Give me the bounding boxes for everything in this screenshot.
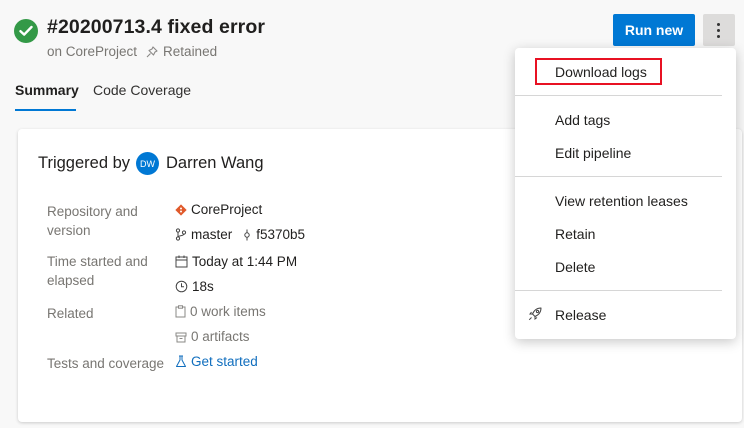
retained-label: Retained [163,44,218,59]
clipboard-icon [175,305,186,318]
run-subtitle: on CoreProject Retained [47,44,217,59]
run-title: #20200713.4 fixed error [47,16,266,38]
work-items[interactable]: 0 work items [190,304,266,319]
more-dots-icon [717,23,720,26]
menu-divider [515,290,722,291]
time-label: Time started and elapsed [47,254,148,288]
start-time: Today at 1:44 PM [192,254,298,269]
menu-item-edit-pipeline[interactable]: Edit pipeline [555,145,631,161]
menu-item-download-logs[interactable]: Download logs [555,64,647,80]
calendar-icon [175,255,188,268]
related-label: Related [47,306,94,321]
success-check-icon [14,19,38,43]
menu-divider [515,95,722,96]
menu-item-view-retention-leases[interactable]: View retention leases [555,193,688,209]
elapsed-value: 18s [175,279,214,294]
work-items-value: 0 work items [175,304,266,319]
branch-name[interactable]: master [191,227,232,242]
flask-icon [175,355,187,368]
artifacts[interactable]: 0 artifacts [191,329,250,344]
active-tab-indicator [15,109,76,111]
menu-item-release[interactable]: Release [555,307,606,323]
rocket-icon [528,307,542,326]
run-new-button[interactable]: Run new [613,14,695,46]
tests-label: Tests and coverage [47,356,165,371]
project-name[interactable]: on CoreProject [47,44,137,59]
repository-value: CoreProject [175,202,262,217]
branch-commit: master f5370b5 [175,227,305,242]
tab-summary[interactable]: Summary [15,82,79,98]
user-name[interactable]: Darren Wang [166,154,264,173]
menu-item-add-tags[interactable]: Add tags [555,112,610,128]
commit-id[interactable]: f5370b5 [256,227,305,242]
menu-item-delete[interactable]: Delete [555,259,595,275]
avatar: DW [136,152,160,175]
more-actions-button[interactable] [703,14,735,46]
menu-item-retain[interactable]: Retain [555,226,595,242]
commit-icon [242,229,252,241]
tests-value: Get started [175,354,258,369]
branch-icon [175,228,187,241]
artifacts-value: 0 artifacts [175,329,250,344]
tab-code-coverage[interactable]: Code Coverage [93,82,191,98]
repository-label: Repository and version [47,204,138,238]
clock-icon [175,280,188,293]
menu-divider [515,176,722,177]
triggered-by-label: Triggered by [38,154,131,172]
elapsed-time: 18s [192,279,214,294]
repository-name[interactable]: CoreProject [191,202,262,217]
git-repo-icon [175,203,187,216]
pin-icon [146,45,158,58]
start-time-value: Today at 1:44 PM [175,254,297,269]
get-started-link[interactable]: Get started [191,354,258,369]
triggered-by: Triggered by DW Darren Wang [38,152,264,175]
artifact-icon [175,331,187,343]
